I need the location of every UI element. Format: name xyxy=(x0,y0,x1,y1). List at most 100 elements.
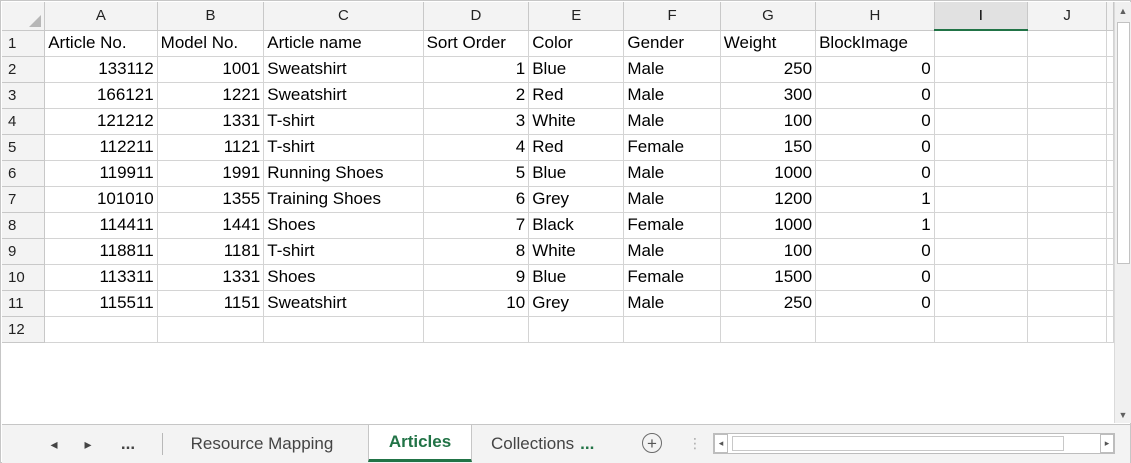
cell-c7[interactable]: Training Shoes xyxy=(263,186,424,213)
cell-j7[interactable] xyxy=(1027,186,1107,213)
cell-f12[interactable] xyxy=(623,316,721,343)
cell-e7[interactable]: Grey xyxy=(528,186,625,213)
scroll-right-icon[interactable]: ▸ xyxy=(1100,434,1114,453)
cell-i12[interactable] xyxy=(934,316,1029,343)
cell-j1[interactable] xyxy=(1027,30,1107,57)
horizontal-scrollbar[interactable]: ◂ ▸ xyxy=(713,433,1115,454)
cell-d11[interactable]: 10 xyxy=(423,290,530,317)
cell-a9[interactable]: 118811 xyxy=(44,238,158,265)
vertical-scroll-thumb[interactable] xyxy=(1117,22,1130,264)
cell-f11[interactable]: Male xyxy=(623,290,721,317)
cell-i2[interactable] xyxy=(934,56,1029,83)
cell-a4[interactable]: 121212 xyxy=(44,108,158,135)
cell-d8[interactable]: 7 xyxy=(423,212,530,239)
cell-g12[interactable] xyxy=(720,316,817,343)
cell-h11[interactable]: 0 xyxy=(815,290,935,317)
cell-a5[interactable]: 112211 xyxy=(44,134,158,161)
row-header[interactable]: 10 xyxy=(2,264,46,291)
column-header-b[interactable]: B xyxy=(157,2,265,31)
cell-h6[interactable]: 0 xyxy=(815,160,935,187)
cell-a12[interactable] xyxy=(44,316,158,343)
cell-g11[interactable]: 250 xyxy=(720,290,817,317)
cell-d3[interactable]: 2 xyxy=(423,82,530,109)
cell-j3[interactable] xyxy=(1027,82,1107,109)
cell-h5[interactable]: 0 xyxy=(815,134,935,161)
cell-j12[interactable] xyxy=(1027,316,1107,343)
cell-a3[interactable]: 166121 xyxy=(44,82,158,109)
cell-e2[interactable]: Blue xyxy=(528,56,625,83)
cell-i6[interactable] xyxy=(934,160,1029,187)
cell-i3[interactable] xyxy=(934,82,1029,109)
cell-j10[interactable] xyxy=(1027,264,1107,291)
column-header-f[interactable]: F xyxy=(623,2,721,31)
cell-j9[interactable] xyxy=(1027,238,1107,265)
cell-a11[interactable]: 115511 xyxy=(44,290,158,317)
cell-j4[interactable] xyxy=(1027,108,1107,135)
row-header[interactable]: 12 xyxy=(2,316,46,343)
cell-e12[interactable] xyxy=(528,316,625,343)
cell-g1[interactable]: Weight xyxy=(720,30,817,57)
cell-i4[interactable] xyxy=(934,108,1029,135)
cell-j6[interactable] xyxy=(1027,160,1107,187)
cell-f6[interactable]: Male xyxy=(623,160,721,187)
cell-e4[interactable]: White xyxy=(528,108,625,135)
tab-collections[interactable]: Collections ... xyxy=(477,425,627,462)
cell-b7[interactable]: 1355 xyxy=(157,186,265,213)
cell-f8[interactable]: Female xyxy=(623,212,721,239)
cell-h2[interactable]: 0 xyxy=(815,56,935,83)
cell-e5[interactable]: Red xyxy=(528,134,625,161)
cell-a2[interactable]: 133112 xyxy=(44,56,158,83)
cell-h10[interactable]: 0 xyxy=(815,264,935,291)
vertical-scrollbar[interactable]: ▲ ▼ xyxy=(1114,2,1131,423)
scroll-down-icon[interactable]: ▼ xyxy=(1115,406,1131,423)
column-header-c[interactable]: C xyxy=(263,2,424,31)
cell-j11[interactable] xyxy=(1027,290,1107,317)
cell-a7[interactable]: 101010 xyxy=(44,186,158,213)
cell-i11[interactable] xyxy=(934,290,1029,317)
cell-a10[interactable]: 113311 xyxy=(44,264,158,291)
column-header-j[interactable]: J xyxy=(1027,2,1107,31)
cell-i5[interactable] xyxy=(934,134,1029,161)
split-handle-icon[interactable]: ⋮ xyxy=(688,435,702,452)
cell-c2[interactable]: Sweatshirt xyxy=(263,56,424,83)
cell-g8[interactable]: 1000 xyxy=(720,212,817,239)
row-header[interactable]: 7 xyxy=(2,186,46,213)
row-header[interactable]: 1 xyxy=(2,30,46,57)
tab-articles[interactable]: Articles xyxy=(368,425,472,462)
tab-resource-mapping[interactable]: Resource Mapping xyxy=(164,425,360,462)
cell-b2[interactable]: 1001 xyxy=(157,56,265,83)
cell-e11[interactable]: Grey xyxy=(528,290,625,317)
more-sheets-right-button[interactable]: ... xyxy=(580,434,594,454)
cell-i7[interactable] xyxy=(934,186,1029,213)
cell-c12[interactable] xyxy=(263,316,424,343)
cell-a6[interactable]: 119911 xyxy=(44,160,158,187)
more-sheets-left-button[interactable]: ... xyxy=(108,425,148,463)
add-sheet-icon[interactable]: + xyxy=(642,433,662,453)
cell-b10[interactable]: 1331 xyxy=(157,264,265,291)
cell-e9[interactable]: White xyxy=(528,238,625,265)
cell-j8[interactable] xyxy=(1027,212,1107,239)
cell-d5[interactable]: 4 xyxy=(423,134,530,161)
cell-g7[interactable]: 1200 xyxy=(720,186,817,213)
select-all-corner[interactable] xyxy=(2,2,46,31)
cell-f9[interactable]: Male xyxy=(623,238,721,265)
cell-d7[interactable]: 6 xyxy=(423,186,530,213)
cell-e8[interactable]: Black xyxy=(528,212,625,239)
cell-c4[interactable]: T-shirt xyxy=(263,108,424,135)
cell-i8[interactable] xyxy=(934,212,1029,239)
cell-a1[interactable]: Article No. xyxy=(44,30,158,57)
cell-g4[interactable]: 100 xyxy=(720,108,817,135)
cell-g9[interactable]: 100 xyxy=(720,238,817,265)
scroll-left-icon[interactable]: ◂ xyxy=(714,434,728,453)
cell-c11[interactable]: Sweatshirt xyxy=(263,290,424,317)
cell-f4[interactable]: Male xyxy=(623,108,721,135)
row-header[interactable]: 8 xyxy=(2,212,46,239)
cell-e1[interactable]: Color xyxy=(528,30,625,57)
cell-b11[interactable]: 1151 xyxy=(157,290,265,317)
scroll-up-icon[interactable]: ▲ xyxy=(1115,2,1131,19)
column-header-i[interactable]: I xyxy=(934,2,1029,31)
cell-c8[interactable]: Shoes xyxy=(263,212,424,239)
cell-d10[interactable]: 9 xyxy=(423,264,530,291)
cell-h4[interactable]: 0 xyxy=(815,108,935,135)
cell-e10[interactable]: Blue xyxy=(528,264,625,291)
